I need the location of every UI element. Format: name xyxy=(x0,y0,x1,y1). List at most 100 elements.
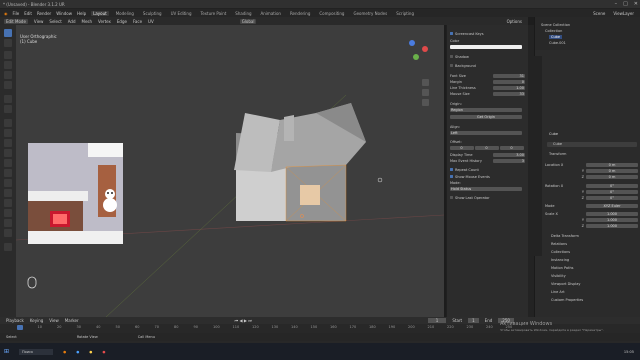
screencast-enabled-checkbox[interactable] xyxy=(450,32,453,35)
rotation-mode-select[interactable]: XYZ Euler xyxy=(586,203,638,208)
shadow-checkbox[interactable] xyxy=(450,55,453,58)
menu-select[interactable]: Select xyxy=(49,19,61,24)
section-relations[interactable]: Relations xyxy=(551,242,567,246)
maximize-icon[interactable]: □ xyxy=(623,1,628,7)
offset-y-field[interactable]: 0 xyxy=(475,145,499,150)
section-custom-properties[interactable]: Custom Properties xyxy=(551,298,583,302)
get-origin-button[interactable]: Get Origin xyxy=(450,114,522,119)
taskbar-app-icon[interactable]: ● xyxy=(76,350,79,354)
menu-render[interactable]: Render xyxy=(37,11,51,16)
menu-uv[interactable]: UV xyxy=(148,19,154,24)
gizmo-x-icon[interactable] xyxy=(422,46,428,52)
offset-x-field[interactable]: 0 xyxy=(450,145,474,150)
repeat-count-checkbox[interactable] xyxy=(450,168,453,171)
section-motion-paths[interactable]: Motion Paths xyxy=(551,266,574,270)
orientation-selector[interactable]: Global xyxy=(239,18,257,24)
tab-uv-editing[interactable]: UV Editing xyxy=(169,11,194,16)
menu-playback[interactable]: Playback xyxy=(6,318,24,323)
annotate-icon[interactable] xyxy=(4,95,12,103)
close-icon[interactable]: ✕ xyxy=(634,1,638,7)
view-layer-selector[interactable]: ViewLayer xyxy=(613,11,634,16)
windows-start-icon[interactable]: ⊞ xyxy=(4,348,9,355)
minimize-icon[interactable]: – xyxy=(615,1,618,7)
display-time-field[interactable]: 3.00 xyxy=(493,152,525,157)
rotation-y-field[interactable]: 0° xyxy=(586,189,638,194)
blender-logo-icon[interactable]: ◉ xyxy=(4,11,8,16)
inset-icon[interactable] xyxy=(4,129,12,137)
background-checkbox[interactable] xyxy=(450,64,453,67)
scale-y-field[interactable]: 1.000 xyxy=(586,217,638,222)
location-x-field[interactable]: 0 m xyxy=(586,162,638,167)
object-name[interactable]: Cube xyxy=(549,132,558,136)
properties-tabs[interactable] xyxy=(534,56,542,256)
scale-z-field[interactable]: 1.000 xyxy=(586,223,638,228)
extra-tool-icon[interactable] xyxy=(4,243,12,251)
playback-controls[interactable]: ⏮ ◀ ▶ ⏭ xyxy=(235,318,252,323)
section-line-art[interactable]: Line Art xyxy=(551,290,565,294)
menu-view[interactable]: View xyxy=(34,19,44,24)
section-instancing[interactable]: Instancing xyxy=(551,258,569,262)
cursor-icon[interactable] xyxy=(4,39,12,47)
extrude-icon[interactable] xyxy=(4,119,12,127)
show-mouse-events-checkbox[interactable] xyxy=(450,175,453,178)
align-select[interactable]: Left xyxy=(450,130,522,135)
section-delta-transform[interactable]: Delta Transform xyxy=(551,234,579,238)
start-frame-field[interactable]: 1 xyxy=(468,318,479,323)
menu-vertex[interactable]: Vertex xyxy=(98,19,111,24)
tab-scripting[interactable]: Scripting xyxy=(394,11,416,16)
rip-region-icon[interactable] xyxy=(4,229,12,237)
screencast-keys-header[interactable]: Screencast Keys xyxy=(450,31,525,36)
3d-viewport[interactable]: User Orthographic (1) Cube xyxy=(16,25,444,317)
camera-view-icon[interactable] xyxy=(422,99,429,106)
shear-icon[interactable] xyxy=(4,219,12,227)
transform-header[interactable]: Transform xyxy=(549,152,566,156)
playhead[interactable] xyxy=(17,325,23,330)
measure-icon[interactable] xyxy=(4,105,12,113)
menu-file[interactable]: File xyxy=(13,11,20,16)
scene-selector[interactable]: Scene xyxy=(593,11,605,16)
rotation-z-field[interactable]: 0° xyxy=(586,195,638,200)
menu-face[interactable]: Face xyxy=(133,19,142,24)
spin-icon[interactable] xyxy=(4,179,12,187)
outliner-item-collection[interactable]: Collection xyxy=(545,29,562,33)
section-viewport-display[interactable]: Viewport Display xyxy=(551,282,581,286)
scale-icon[interactable] xyxy=(4,71,12,79)
rotate-icon[interactable] xyxy=(4,61,12,69)
section-visibility[interactable]: Visibility xyxy=(551,274,566,278)
outliner-item-cube-001[interactable]: Cube.001 xyxy=(549,41,566,45)
tab-sculpting[interactable]: Sculpting xyxy=(141,11,164,16)
menu-add[interactable]: Add xyxy=(68,19,76,24)
location-y-field[interactable]: 0 m xyxy=(586,168,638,173)
tab-geometry-nodes[interactable]: Geometry Nodes xyxy=(351,11,389,16)
taskbar-app-icon[interactable]: ● xyxy=(63,350,66,354)
menu-edge[interactable]: Edge xyxy=(117,19,127,24)
mode-selector[interactable]: Edit Mode xyxy=(4,18,28,24)
tab-compositing[interactable]: Compositing xyxy=(317,11,346,16)
taskbar-search[interactable]: Поиск xyxy=(19,348,54,355)
font-size-field[interactable]: 31 xyxy=(493,73,525,78)
tab-texture-paint[interactable]: Texture Paint xyxy=(198,11,228,16)
menu-timeline-view[interactable]: View xyxy=(49,318,59,323)
outliner-item-cube[interactable]: Cube xyxy=(549,35,563,39)
current-frame-field[interactable]: 1 xyxy=(427,318,447,323)
taskbar-app-icon[interactable]: ● xyxy=(89,350,92,354)
smooth-icon[interactable] xyxy=(4,189,12,197)
menu-help[interactable]: Help xyxy=(77,11,86,16)
gizmo-z-icon[interactable] xyxy=(409,40,415,46)
color-swatch[interactable] xyxy=(450,44,522,49)
show-last-operator-checkbox[interactable] xyxy=(450,196,453,199)
mode-select[interactable]: Hold Status xyxy=(450,186,522,191)
taskbar-app-icon[interactable]: ● xyxy=(102,350,105,354)
menu-window[interactable]: Window xyxy=(56,11,72,16)
tab-shading[interactable]: Shading xyxy=(233,11,253,16)
scale-x-field[interactable]: 1.000 xyxy=(586,211,638,216)
margin-field[interactable]: 0 xyxy=(493,79,525,84)
scene-collection-label[interactable]: Scene Collection xyxy=(541,23,570,27)
zoom-icon[interactable] xyxy=(422,79,429,86)
select-box-icon[interactable] xyxy=(4,29,12,37)
timeline-ruler[interactable]: 1102030405060708090100110120130140150160… xyxy=(14,325,514,330)
menu-edit[interactable]: Edit xyxy=(24,11,32,16)
gizmo-y-icon[interactable] xyxy=(413,54,419,60)
tab-layout[interactable]: Layout xyxy=(91,10,109,16)
object-name-field[interactable]: Cube xyxy=(547,142,637,147)
